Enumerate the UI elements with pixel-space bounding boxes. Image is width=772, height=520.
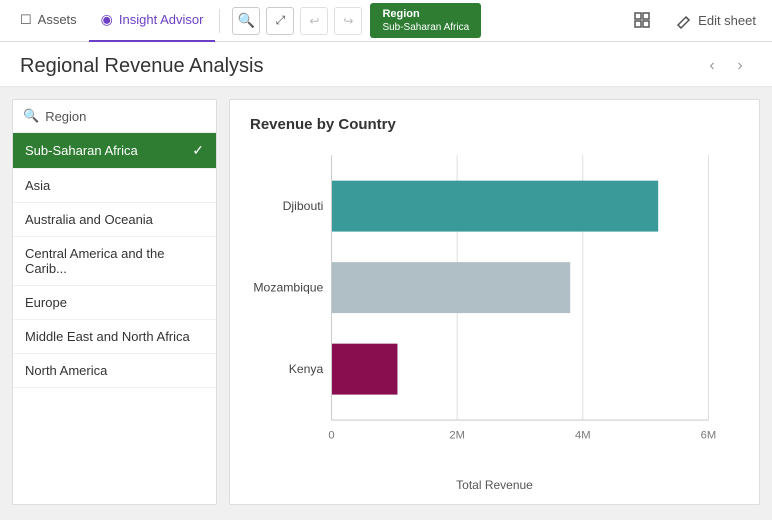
region-item-label: North America <box>25 363 107 378</box>
next-page-button[interactable]: › <box>728 54 752 78</box>
check-icon: ✓ <box>192 142 204 159</box>
bar-label-2: Kenya <box>289 362 324 376</box>
region-item-4[interactable]: Europe <box>13 286 216 320</box>
bar-label-0: Djibouti <box>283 199 324 213</box>
region-sidebar: 🔍 Region Sub-Saharan Africa ✓ Asia Australi… <box>12 99 217 505</box>
x-tick-label: 2M <box>449 429 465 441</box>
grid-icon <box>634 12 652 30</box>
right-tools: Edit sheet <box>626 8 764 34</box>
x-tick-label: 6M <box>701 429 717 441</box>
search-label: Region <box>45 109 86 124</box>
chip-title: Region <box>382 7 469 21</box>
x-tick-label: 4M <box>575 429 591 441</box>
tab-insight-advisor[interactable]: ◉ Insight Advisor <box>89 0 216 42</box>
top-nav: ☐ Assets ◉ Insight Advisor 🔍 ⤢ ↩ ↪ Regio… <box>0 0 772 42</box>
chart-svg-wrapper: 0 2M 4M 6M Djibouti Mozambique Kenya <box>250 145 739 474</box>
region-item-1[interactable]: Asia <box>13 169 216 203</box>
x-tick-label: 0 <box>328 429 334 441</box>
region-item-label: Australia and Oceania <box>25 212 153 227</box>
page-nav-arrows: ‹ › <box>700 54 752 78</box>
redo-button[interactable]: ↪ <box>334 7 362 35</box>
pencil-icon <box>676 13 692 29</box>
bar-2 <box>332 344 398 395</box>
page-header: Regional Revenue Analysis ‹ › <box>0 42 772 87</box>
bar-1 <box>332 262 571 313</box>
region-list: Sub-Saharan Africa ✓ Asia Australia and Oce… <box>13 133 216 504</box>
region-item-label: Middle East and North Africa <box>25 329 190 344</box>
insight-icon: ◉ <box>101 11 113 28</box>
chart-title: Revenue by Country <box>250 116 739 133</box>
redo-icon: ↪ <box>343 14 353 28</box>
page-title: Regional Revenue Analysis <box>20 55 264 78</box>
edit-sheet-button[interactable]: Edit sheet <box>668 9 764 33</box>
bar-label-1: Mozambique <box>253 281 323 295</box>
region-item-5[interactable]: Middle East and North Africa <box>13 320 216 354</box>
x-axis-label: Total Revenue <box>250 478 739 492</box>
expand-tool-button[interactable]: ⤢ <box>266 7 294 35</box>
search-icon: 🔍 <box>23 108 39 124</box>
undo-icon: ↩ <box>309 14 319 28</box>
region-item-3[interactable]: Central America and the Carib... <box>13 237 216 286</box>
region-item-2[interactable]: Australia and Oceania <box>13 203 216 237</box>
chip-value: Sub-Saharan Africa <box>382 21 469 34</box>
insight-tab-label: Insight Advisor <box>119 12 204 27</box>
zoom-tool-button[interactable]: 🔍 <box>232 7 260 35</box>
nav-tools: 🔍 ⤢ ↩ ↪ <box>232 7 362 35</box>
main-content: 🔍 Region Sub-Saharan Africa ✓ Asia Australi… <box>0 87 772 517</box>
nav-divider <box>219 9 220 33</box>
tab-assets[interactable]: ☐ Assets <box>8 0 89 42</box>
chart-body: 0 2M 4M 6M Djibouti Mozambique Kenya Total Rev… <box>250 145 739 492</box>
undo-button[interactable]: ↩ <box>300 7 328 35</box>
edit-sheet-label: Edit sheet <box>698 13 756 28</box>
region-chip[interactable]: Region Sub-Saharan Africa <box>370 3 481 38</box>
assets-icon: ☐ <box>20 12 32 28</box>
grid-view-button[interactable] <box>626 8 660 34</box>
search-box[interactable]: 🔍 Region <box>13 100 216 133</box>
chart-svg: 0 2M 4M 6M Djibouti Mozambique Kenya <box>250 145 739 451</box>
bar-0 <box>332 181 659 232</box>
region-item-label: Asia <box>25 178 50 193</box>
zoom-icon: 🔍 <box>238 12 255 29</box>
prev-page-button[interactable]: ‹ <box>700 54 724 78</box>
assets-tab-label: Assets <box>38 12 77 27</box>
region-item-label: Europe <box>25 295 67 310</box>
region-item-label: Sub-Saharan Africa <box>25 143 138 158</box>
expand-icon: ⤢ <box>276 13 286 28</box>
chart-container: Revenue by Country 0 2M 4M 6M Djibouti Mozamb… <box>229 99 760 505</box>
region-item-0[interactable]: Sub-Saharan Africa ✓ <box>13 133 216 169</box>
region-item-label: Central America and the Carib... <box>25 246 204 276</box>
region-item-6[interactable]: North America <box>13 354 216 388</box>
